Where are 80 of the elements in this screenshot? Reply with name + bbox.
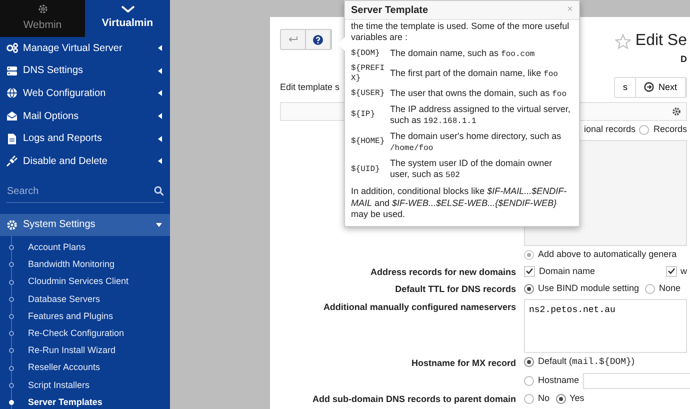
popover-text: the time the template is used. Some of the more useful variables are : (351, 21, 570, 44)
variable-name: ${IP} (351, 110, 376, 120)
caret-left-icon (158, 136, 162, 142)
field-label: Address records for new domains (370, 266, 516, 276)
search-icon[interactable] (154, 186, 164, 196)
text-area[interactable]: ns2.petos.net.au (524, 298, 687, 352)
sidebar-subitem[interactable]: Re-Run Install Wizard (9, 342, 170, 360)
globe-icon (6, 87, 18, 100)
search-field[interactable]: Search (6, 184, 154, 199)
caret-down-icon (156, 222, 162, 227)
sidebar-menu-item[interactable]: Web Configuration (0, 82, 170, 105)
sidebar-subitem[interactable]: Features and Plugins (9, 308, 170, 326)
field-label: Additional manually configured nameservers (323, 302, 516, 312)
text-input[interactable] (583, 373, 690, 389)
page-subtitle: D (680, 53, 687, 66)
page-title: Edit Se (635, 31, 687, 51)
sidebar-subitem[interactable]: Re-Check Configuration (9, 325, 170, 342)
sidebar-menu-item[interactable]: Logs and Reports (0, 127, 170, 150)
sidebar-subitem[interactable]: Cloudmin Services Client (9, 274, 170, 291)
sidebar-subitem[interactable]: Reseller Accounts (9, 359, 170, 377)
field-label: Hostname for MX record (411, 358, 516, 368)
radio-option[interactable]: Hostname (524, 374, 580, 388)
radio-option[interactable]: Records (639, 123, 687, 137)
sidebar-section-header[interactable]: System Settings (0, 214, 170, 236)
cog-icon (36, 3, 48, 16)
variable-description: The domain name, such as foo.com (390, 48, 535, 60)
caret-left-icon (158, 45, 162, 52)
field-label: Add sub-domain DNS records to parent domain (312, 394, 516, 404)
variable-name: ${DOM} (351, 48, 381, 58)
sidebar-menu-item[interactable]: Mail Options (0, 104, 170, 128)
variable-name: ${USER} (351, 88, 386, 98)
sidebar-menu-item[interactable]: Manage Virtual Server (0, 37, 170, 60)
variable-description: The first part of the domain name, like foo (390, 68, 558, 80)
variable-name: ${PREFIX} (351, 64, 386, 84)
radio-option[interactable]: Use BIND module setting (524, 282, 640, 296)
toolbar-button[interactable]: s (614, 78, 636, 97)
option-label: ional records (584, 123, 636, 136)
gear-icon[interactable] (671, 106, 682, 117)
radio-option[interactable]: None (645, 282, 681, 296)
sidebar-subitem[interactable]: Script Installers (9, 376, 170, 394)
help-icon (313, 34, 323, 44)
popover-text: In addition, conditional blocks like $IF-MAIL...$ENDIF-MAIL and $IF-WEB...$ELSE-WEB...{$ENDIF-WEB} may be used. (351, 186, 568, 220)
variable-name: ${UID} (351, 164, 381, 175)
gear-icon (6, 218, 18, 231)
cogs-icon (6, 42, 18, 54)
caret-left-icon (158, 68, 162, 74)
check-icon (668, 268, 674, 274)
radio-option[interactable]: Add above to automatically genera (524, 248, 677, 262)
variable-name: ${HOME} (351, 137, 386, 148)
sidebar-menu-item[interactable]: DNS Settings (0, 60, 170, 82)
checkbox-option[interactable]: w (666, 264, 687, 278)
sidebar-menu-item[interactable]: Disable and Delete (0, 150, 170, 173)
intro-text: Edit template s (280, 80, 340, 94)
checkbox-option[interactable]: Domain name (524, 264, 596, 278)
chevron-down-icon (120, 5, 134, 14)
sidebar-tab[interactable]: Webmin (0, 0, 85, 37)
caret-left-icon (158, 158, 162, 164)
radio-option[interactable]: No (524, 392, 550, 406)
sidebar-subitem[interactable]: Database Servers (9, 290, 170, 308)
document-icon (6, 132, 18, 145)
field-label: Default TTL for DNS records (395, 284, 516, 294)
arrow-circle-icon (644, 82, 654, 92)
star-icon[interactable] (615, 34, 632, 48)
plug-icon (6, 155, 18, 168)
variable-description: The IP address assigned to the virtual server, such as 192.168.1.1 (390, 104, 572, 127)
sidebar-subitem[interactable]: Server Templates (9, 394, 170, 409)
sidebar-subitem[interactable]: Bandwidth Monitoring (9, 256, 170, 274)
caret-left-icon (158, 90, 162, 96)
back-arrow-icon (288, 36, 298, 43)
caret-left-icon (158, 113, 162, 120)
variable-description: The domain user's home directory, such as /home/foo (390, 130, 562, 154)
sidebar-subitem[interactable]: Account Plans (9, 239, 170, 256)
server-icon (6, 64, 18, 77)
popover-title: Server Template (351, 4, 428, 18)
radio-option[interactable]: Yes (556, 392, 584, 406)
radio-option[interactable]: Default (mail.${DOM}) (524, 354, 634, 369)
variable-description: The user that owns the domain, such as foo (390, 88, 566, 100)
variable-description: The system user ID of the domain owner user, such as 502 (390, 158, 554, 182)
envelope-icon (6, 110, 18, 122)
check-icon (526, 268, 533, 274)
